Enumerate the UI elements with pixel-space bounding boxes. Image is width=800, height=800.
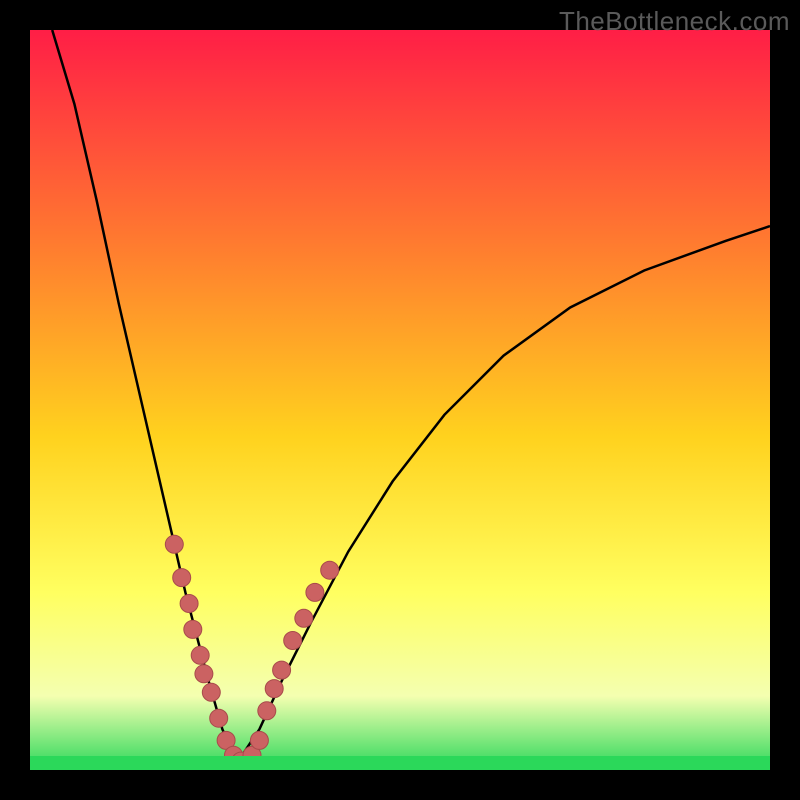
data-marker xyxy=(258,702,276,720)
data-marker xyxy=(210,709,228,727)
watermark-text: TheBottleneck.com xyxy=(559,6,790,37)
data-marker xyxy=(306,583,324,601)
chart-container: TheBottleneck.com xyxy=(0,0,800,800)
data-marker xyxy=(321,561,339,579)
data-marker xyxy=(173,569,191,587)
data-marker xyxy=(284,632,302,650)
data-marker xyxy=(180,595,198,613)
data-marker xyxy=(295,609,313,627)
data-marker xyxy=(165,535,183,553)
data-marker xyxy=(195,665,213,683)
chart-svg xyxy=(30,30,770,770)
data-marker xyxy=(184,620,202,638)
baseline-bar xyxy=(30,756,770,770)
data-marker xyxy=(273,661,291,679)
plot-area xyxy=(30,30,770,770)
data-marker xyxy=(250,731,268,749)
data-marker xyxy=(265,680,283,698)
data-marker xyxy=(202,683,220,701)
data-marker xyxy=(191,646,209,664)
